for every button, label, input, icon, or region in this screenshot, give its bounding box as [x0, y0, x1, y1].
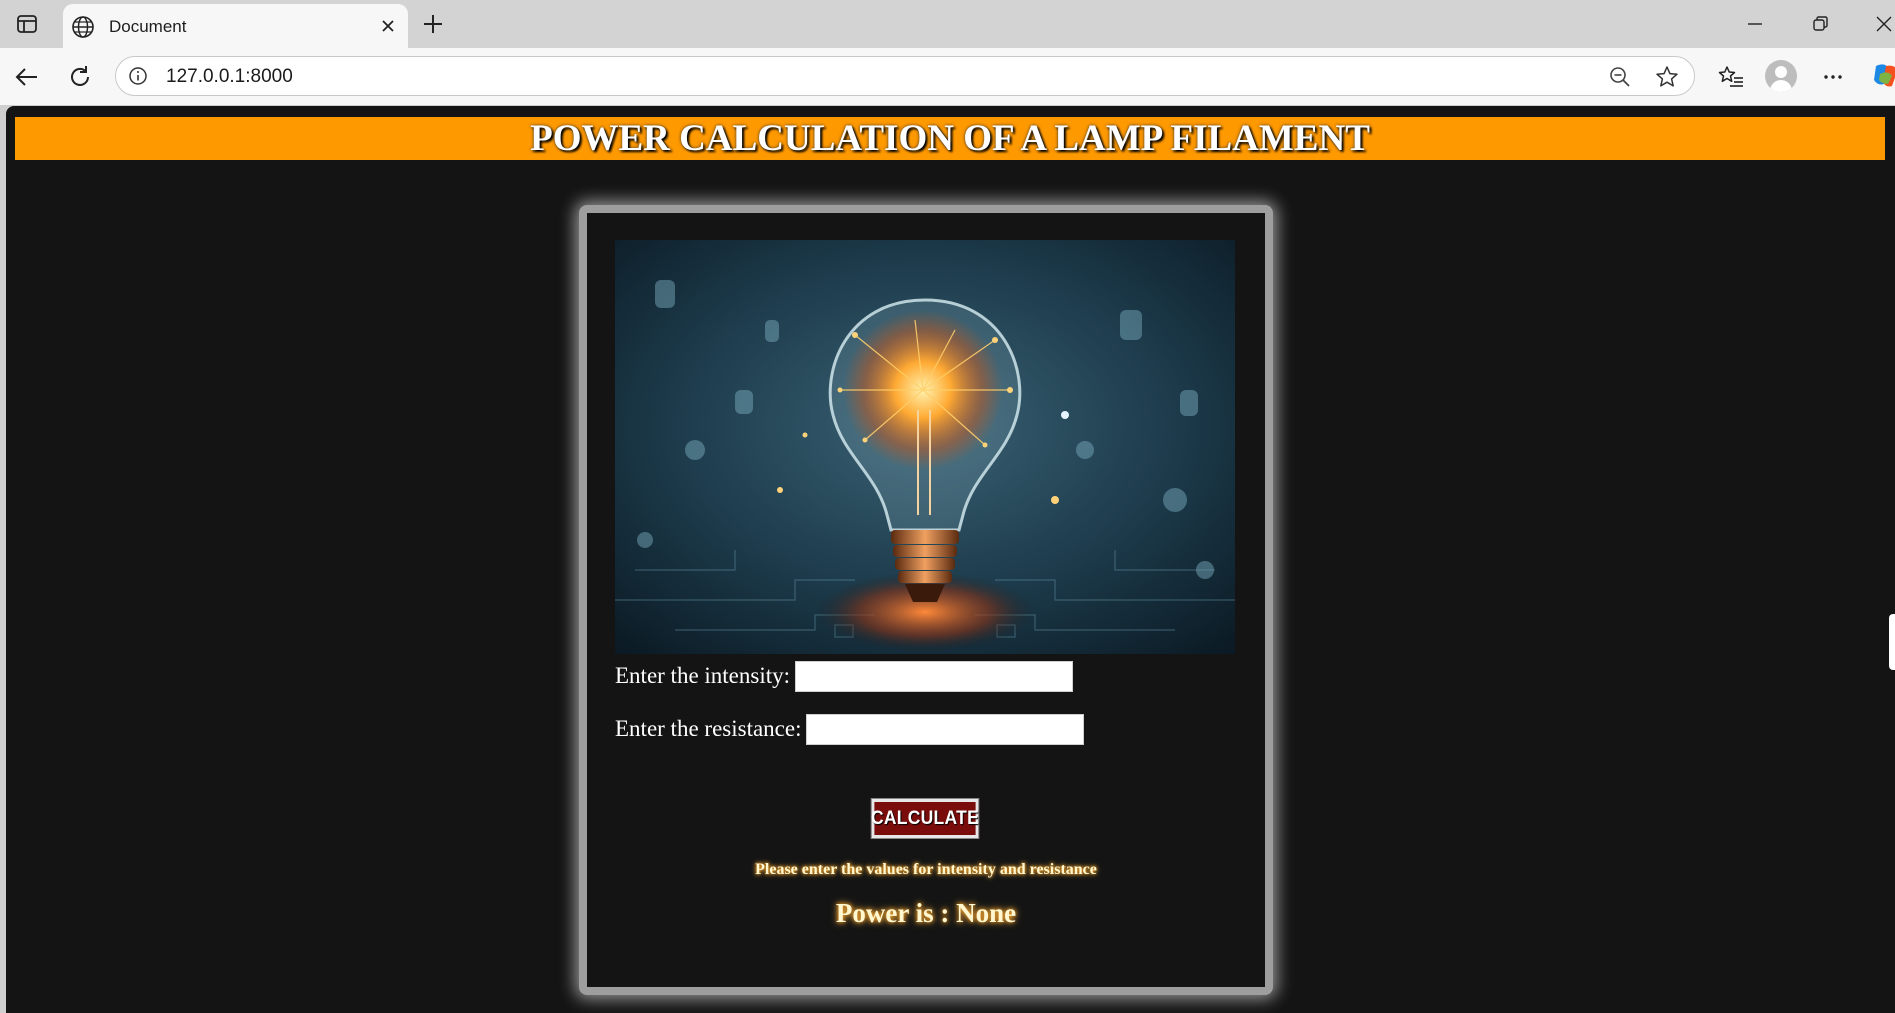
- intensity-row: Enter the intensity:: [615, 659, 1074, 693]
- calculator-card: Enter the intensity: Enter the resistanc…: [579, 205, 1273, 995]
- validation-message: Please enter the values for intensity an…: [755, 861, 1097, 878]
- page-viewport: POWER CALCULATION OF A LAMP FILAMENT Ent…: [6, 106, 1895, 1013]
- favorites-icon[interactable]: [1716, 62, 1746, 92]
- browser-toolbar: 127.0.0.1:8000: [0, 48, 1895, 105]
- tab-title: Document: [109, 17, 187, 36]
- page-header: POWER CALCULATION OF A LAMP FILAMENT: [15, 117, 1885, 160]
- restore-icon[interactable]: [1808, 12, 1832, 36]
- page-title: POWER CALCULATION OF A LAMP FILAMENT: [530, 118, 1370, 159]
- close-icon[interactable]: [378, 16, 398, 36]
- resistance-input[interactable]: [806, 713, 1085, 745]
- refresh-icon[interactable]: [65, 62, 95, 92]
- tab-actions-icon[interactable]: [16, 13, 38, 35]
- sidebar-toggle[interactable]: [1889, 614, 1895, 670]
- profile-avatar-icon[interactable]: [1765, 60, 1797, 92]
- resistance-label: Enter the resistance:: [615, 716, 802, 741]
- calculate-button[interactable]: CALCULATE: [870, 798, 980, 839]
- browser-tab-bar: Document: [0, 0, 1895, 48]
- copilot-icon[interactable]: [1870, 60, 1895, 90]
- intensity-input[interactable]: [795, 660, 1074, 692]
- globe-icon: [72, 16, 94, 38]
- power-result: Power is : None: [835, 898, 1017, 928]
- intensity-label: Enter the intensity:: [615, 663, 791, 688]
- address-bar[interactable]: 127.0.0.1:8000: [115, 56, 1695, 96]
- browser-tab[interactable]: Document: [63, 4, 408, 48]
- close-window-icon[interactable]: [1872, 12, 1895, 36]
- minimize-icon[interactable]: [1743, 12, 1767, 36]
- info-icon[interactable]: [128, 66, 148, 86]
- plus-icon[interactable]: [420, 11, 446, 37]
- back-arrow-icon[interactable]: [12, 62, 42, 92]
- light-bulb-image: [615, 240, 1235, 654]
- resistance-row: Enter the resistance:: [615, 712, 1085, 746]
- url-text[interactable]: 127.0.0.1:8000: [166, 66, 293, 88]
- zoom-out-icon[interactable]: [1608, 65, 1632, 89]
- more-icon[interactable]: [1818, 62, 1848, 92]
- star-icon[interactable]: [1654, 64, 1680, 90]
